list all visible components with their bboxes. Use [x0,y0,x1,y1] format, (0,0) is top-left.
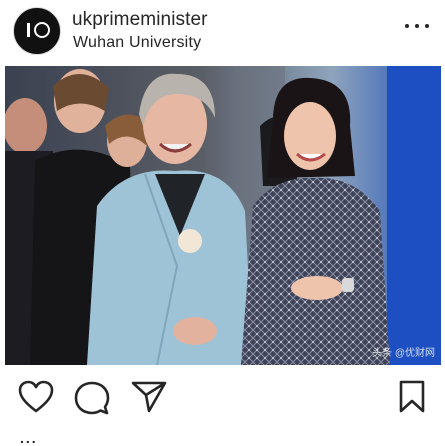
bookmark-icon[interactable] [398,380,426,419]
paper-plane-icon[interactable] [131,380,167,419]
speech-bubble-icon[interactable] [74,380,110,421]
avatar-logo-zero [34,22,50,38]
username[interactable]: ukprimeminister [72,9,208,31]
heart-icon[interactable] [18,380,54,419]
more-options-icon[interactable] [405,24,429,34]
more-dot [425,24,429,28]
location-tag[interactable]: Wuhan University [73,34,201,52]
profile-avatar[interactable] [13,7,61,55]
photo-watermark: 头条 @优财网 [372,348,435,359]
photo-illustration [5,66,441,365]
post-header: ukprimeminister Wuhan University [0,0,445,66]
avatar-logo-one [27,23,30,37]
more-dot [415,24,419,28]
post-photo[interactable]: 头条 @优财网 [5,66,441,365]
post-action-bar [0,372,445,422]
likes-count-partial[interactable]: ... [20,430,38,446]
more-dot [405,24,409,28]
